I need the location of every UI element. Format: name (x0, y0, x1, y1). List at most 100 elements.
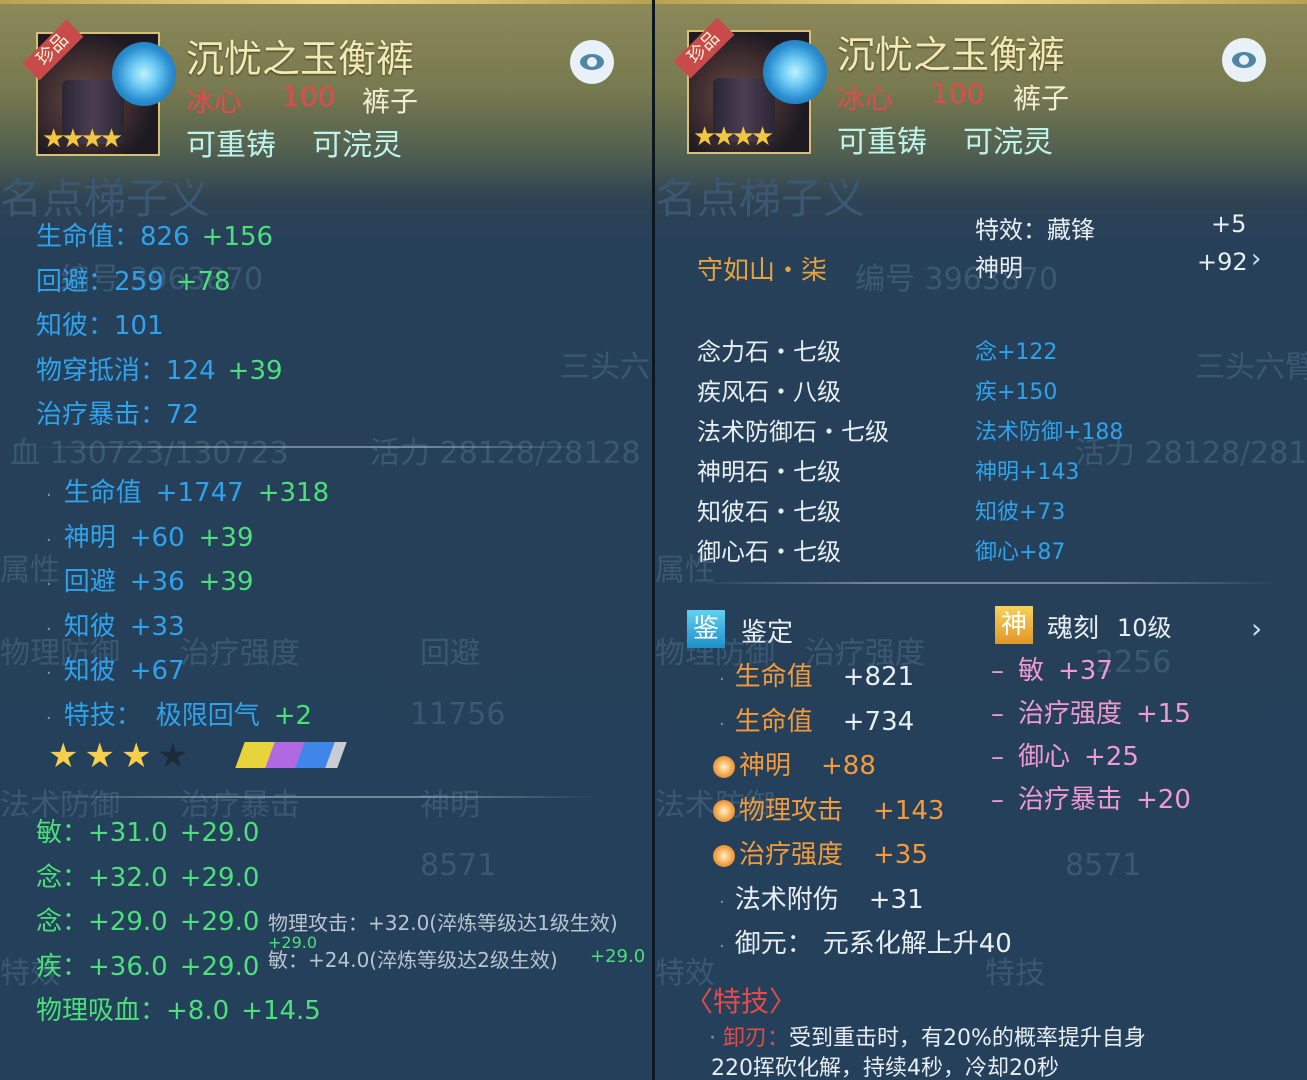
attr-label: 念： (36, 907, 89, 937)
attr-label: 敏： (36, 818, 89, 848)
jade-disc-icon (112, 42, 176, 106)
star-icon: ★★★★ (42, 124, 123, 154)
set-name: 守如山・柒 (697, 256, 828, 286)
watermark-text: 三头六臂 (1195, 350, 1307, 385)
skill-header: 〈特技〉 (685, 985, 798, 1018)
bullet: · (46, 574, 52, 595)
stat-value: 826 (140, 222, 190, 252)
appraise-stat-row: · 生命值 +734 (713, 701, 914, 738)
base-stat-row: 知彼：101 (36, 305, 176, 342)
stat-value: 101 (114, 311, 164, 341)
watermark-text: 神明 (420, 788, 480, 823)
extra-stat-row: · 特技： 极限回气 +2 (46, 695, 312, 732)
temper-note-2: 敏：+24.0(淬炼等级达2级生效) (268, 948, 558, 972)
appraise-badge: 鉴 (687, 610, 725, 648)
appraise-value: +734 (842, 706, 915, 737)
gem-effect: 法术防御+188 (975, 420, 1124, 445)
appraise-label: 御元： (734, 929, 813, 959)
orb-icon (713, 755, 735, 778)
appraise-value: +143 (873, 795, 945, 826)
gem-name: 念力石・七级 (697, 338, 841, 366)
soul-stat-row: – 治疗暴击 +20 (991, 779, 1191, 816)
appraise-value: +35 (873, 840, 928, 870)
gem-name: 御心石・七级 (697, 538, 841, 566)
item-level: 100 (282, 80, 336, 113)
eye-icon[interactable] (1222, 38, 1266, 82)
stat-bonus: +39 (198, 522, 254, 553)
stat-label: 回避： (36, 266, 115, 297)
appraise-stat-row: 物理攻击 +143 (713, 790, 944, 827)
stat-label: 特技： (63, 700, 142, 731)
stat-value: 124 (166, 355, 216, 386)
appraise-value: 元系化解上升40 (822, 929, 1012, 959)
stat-bonus: +39 (227, 355, 283, 386)
appraise-stat-row: · 法术附伤 +31 (713, 879, 924, 916)
appraise-label: 神明 (739, 751, 792, 781)
item-icon[interactable]: 珍品 ★★★★ (673, 17, 827, 154)
appraise-label: 生命值 (734, 662, 813, 692)
chevron-right-icon[interactable]: › (1251, 244, 1261, 274)
tag-reforge: 可重铸 (837, 125, 927, 160)
watermark-text: 8571 (420, 848, 497, 883)
stat-value: +33 (129, 611, 185, 642)
divider (36, 446, 596, 448)
item-name: 沉忧之玉衡裤 (186, 37, 415, 81)
bullet: · (709, 1026, 723, 1051)
stat-value: +1747 (155, 478, 244, 508)
shenming-label: 神明 (975, 254, 1023, 282)
dash: – (991, 742, 1004, 772)
skill-name-row: · 卸刃：受到重击时，有20%的概率提升自身 (709, 1020, 1146, 1052)
dash: – (991, 656, 1004, 686)
soul-label: 治疗暴击 (1018, 785, 1123, 815)
appraise-value: +821 (842, 662, 915, 692)
soul-stat-row: – 敏 +37 (991, 650, 1113, 687)
attribute-row: 念：+32.0 +29.0 (36, 857, 259, 894)
effect-label: 特效：藏锋 (975, 216, 1095, 244)
stat-bonus: +39 (198, 567, 254, 597)
extra-stat-row: · 生命值 +1747 +318 (46, 472, 329, 509)
dash: – (991, 699, 1004, 729)
refine-stars: ★ ★ ★ ★ (48, 736, 194, 776)
attr-value: +8.0 (166, 996, 230, 1026)
bullet: · (46, 663, 52, 684)
gem-effect: 知彼+73 (975, 500, 1066, 525)
appraise-stat-row: · 生命值 +821 (713, 656, 914, 693)
bullet: · (719, 891, 725, 913)
gem-effect: 念+122 (975, 340, 1058, 365)
grade-badge: 珍品 (673, 17, 735, 79)
stat-label: 神明 (63, 522, 116, 553)
appraise-stat-row: 神明 +88 (713, 745, 876, 782)
soul-title: 魂刻 (1047, 614, 1100, 644)
soul-value: +37 (1058, 656, 1113, 686)
appraise-label: 治疗强度 (739, 840, 844, 870)
stat-value: 极限回气 (155, 700, 260, 731)
divider (697, 582, 1277, 584)
shenming-value: +92 (1197, 248, 1248, 276)
item-school: 冰心 (186, 85, 243, 118)
stat-label: 知彼 (63, 656, 116, 686)
soul-label: 治疗强度 (1018, 699, 1123, 729)
attribute-row: 念：+29.0 +29.0 (36, 901, 259, 938)
watermark-text: 11756 (410, 697, 506, 732)
appraise-title: 鉴定 (741, 618, 794, 648)
skill-name: 卸刃： (723, 1026, 790, 1051)
soul-badge: 神 (995, 606, 1033, 644)
skill-desc-1: 受到重击时，有20%的概率提升自身 (789, 1026, 1146, 1051)
attr-value: +32.0 (88, 862, 168, 893)
attr-label: 念： (36, 862, 89, 893)
right-tooltip-panel: 名点梯子义 编号 3963870 三头六臂 活力 28128/28128 属性 … (655, 0, 1307, 1080)
extra-stat-row: · 知彼 +33 (46, 606, 199, 643)
stat-bonus: +318 (257, 478, 330, 508)
effect-value: +5 (1211, 210, 1247, 238)
item-icon[interactable]: 珍品 ★★★★ (22, 19, 176, 156)
watermark-text: 血 130723/130723 (10, 436, 289, 471)
chevron-right-icon[interactable]: › (1251, 612, 1262, 645)
attribute-row: 物理吸血：+8.0 +14.5 (36, 990, 321, 1027)
extra-stat-row: · 知彼 +67 (46, 650, 199, 687)
appraise-stat-row: · 御元： 元系化解上升40 (713, 923, 1012, 960)
stat-label: 生命值： (36, 222, 141, 252)
base-stat-row: 生命值：826 +156 (36, 216, 273, 253)
grade-badge: 珍品 (22, 19, 84, 81)
eye-icon[interactable] (570, 40, 614, 84)
watermark-text: 编号 3963870 (855, 262, 1059, 297)
